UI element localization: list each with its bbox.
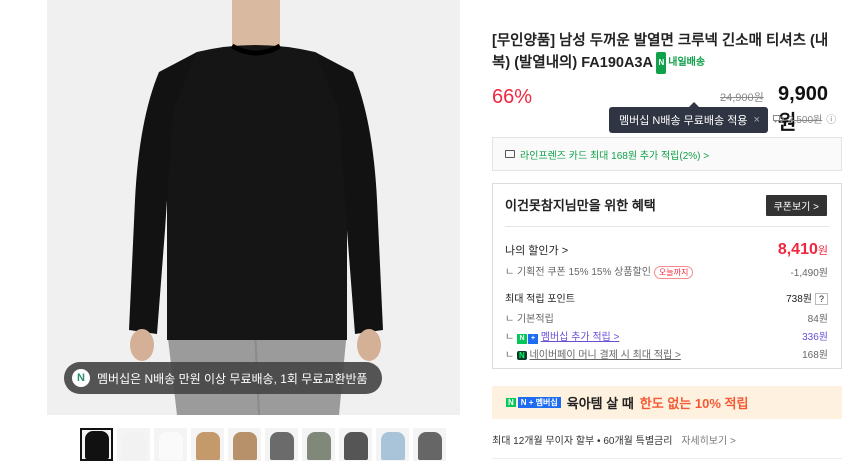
thumbnail-7[interactable] (302, 428, 335, 461)
card-promo-banner[interactable]: 라인프렌즈 카드 최대 168원 추가 적립(2%) > (492, 137, 842, 171)
divider (505, 226, 829, 227)
points-value: 738원 (786, 294, 812, 305)
points-row: 최대 적립 포인트 738원? (505, 290, 828, 305)
my-price-label[interactable]: 나의 할인가 > (505, 242, 568, 258)
shirt-thumbnail-icon (195, 432, 220, 460)
my-price-unit: 원 (817, 245, 828, 257)
card-promo-text: 라인프렌즈 카드 최대 168원 추가 적립(2%) > (520, 150, 710, 162)
membership-points-row: ㄴ N + 멤버십 추가 적립 > 336원 (505, 328, 828, 344)
shirt-thumbnail-icon (269, 432, 294, 460)
tooltip-text: 멤버십 N배송 무료배송 적용 (619, 115, 748, 127)
main-product-photo[interactable]: N 멤버십은 N배송 만원 이상 무료배송, 1회 무료교환반품 (47, 0, 460, 415)
truck-icon (773, 114, 784, 122)
thumbnail-9[interactable] (376, 428, 409, 461)
naver-plus-membership-badge: NN + 멤버십 (506, 397, 561, 408)
membership-points-link[interactable]: 멤버십 추가 적립 > (541, 332, 620, 343)
points-label: 최대 적립 포인트 (505, 294, 575, 305)
coupon-line: ㄴ 기획전 쿠폰 15% 15% 상품할인 오늘까지 (505, 263, 694, 279)
baby-item-banner[interactable]: NN + 멤버십 육아템 살 때 한도 없는 10% 적립 (492, 386, 842, 419)
discount-rate: 66% (492, 86, 533, 108)
points-value-wrap: 738원? (786, 290, 828, 305)
truck-icon: N (656, 52, 667, 75)
npay-points-row: ㄴ N 네이버페이 머니 결제 시 최대 적립 > 168원 (505, 346, 828, 361)
delivery-tag: N 내일배송 (656, 52, 706, 75)
delivery-tag-text: 내일배송 (668, 57, 706, 69)
membership-points-value: 336원 (802, 332, 828, 344)
installment-text: 최대 12개월 무이자 할부 • 60개월 특별금리 (492, 436, 673, 447)
shirt-thumbnail-icon (417, 432, 442, 460)
basic-points-row: ㄴ 기본적립 84원 (505, 310, 828, 325)
shirt-thumbnail-icon (84, 431, 109, 459)
shirt-thumbnail-icon (306, 432, 331, 460)
my-price-row: 나의 할인가 > 8,410원 (505, 241, 828, 259)
thumbnail-5[interactable] (228, 428, 261, 461)
promo-text: 멤버십은 N배송 만원 이상 무료배송, 1회 무료교환반품 (97, 371, 368, 386)
basic-points-label: ㄴ 기본적립 (505, 314, 554, 325)
thumbnail-8[interactable] (339, 428, 372, 461)
installment-more-link[interactable]: 자세히보기 > (681, 436, 736, 447)
shirt-thumbnail-icon (380, 432, 405, 460)
naver-pay-icon: N (516, 351, 527, 360)
shipping-fee-value: 3,500원 (788, 115, 823, 126)
help-icon[interactable]: ? (814, 293, 828, 305)
thumbnail-4[interactable] (191, 428, 224, 461)
baby-banner-text: 육아템 살 때 (566, 396, 634, 411)
shirt-thumbnail-icon (121, 432, 146, 460)
today-only-badge: 오늘까지 (653, 266, 694, 279)
original-price: 24,900원 (720, 92, 764, 104)
npay-points-link[interactable]: 네이버페이 머니 결제 시 최대 적립 > (530, 350, 681, 361)
membership-promo-chip[interactable]: N 멤버십은 N배송 만원 이상 무료배송, 1회 무료교환반품 (64, 362, 382, 394)
shirt-thumbnail-icon (158, 432, 183, 460)
installment-info: 최대 12개월 무이자 할부 • 60개월 특별금리 자세히보기 > (492, 432, 736, 447)
product-title: [무인양품] 남성 두꺼운 발열면 크루넥 긴소매 티셔츠 (내복) (발열내의… (492, 30, 842, 75)
membership-badge-text: N + 멤버십 (517, 397, 561, 408)
baby-banner-highlight: 한도 없는 10% 적립 (639, 396, 749, 411)
my-price-number: 8,410 (777, 241, 818, 258)
thumbnail-strip (80, 428, 446, 461)
npay-points-value: 168원 (802, 350, 828, 361)
thumbnail-3[interactable] (154, 428, 187, 461)
naver-membership-icon: N (72, 369, 90, 387)
basic-points-value: 84원 (807, 314, 828, 325)
membership-points-label-wrap: ㄴ N + 멤버십 추가 적립 > (505, 332, 620, 344)
shirt-thumbnail-icon (343, 432, 368, 460)
benefit-heading: 이건못참지님만을 위한 혜택 (505, 198, 656, 213)
final-price: 9,900원 (778, 83, 829, 134)
credit-card-icon (505, 150, 515, 158)
npay-points-label-wrap: ㄴ N 네이버페이 머니 결제 시 최대 적립 > (505, 350, 681, 361)
divider (492, 458, 842, 459)
coupon-row: ㄴ 기획전 쿠폰 15% 15% 상품할인 오늘까지 -1,490원 (505, 263, 828, 279)
product-photo-illustration (47, 0, 460, 415)
thumbnail-6[interactable] (265, 428, 298, 461)
view-coupon-button[interactable]: 쿠폰보기 > (765, 195, 827, 216)
info-icon[interactable]: ⓘ (826, 111, 836, 126)
thumbnail-2[interactable] (117, 428, 150, 461)
free-shipping-tooltip: 멤버십 N배송 무료배송 적용 × (609, 102, 768, 133)
coupon-amount: -1,490원 (790, 267, 828, 279)
thumbnail-10[interactable] (413, 428, 446, 461)
coupon-line-text: ㄴ 기획전 쿠폰 15% 15% 상품할인 (505, 267, 651, 278)
close-icon[interactable]: × (753, 114, 759, 126)
benefit-box: 이건못참지님만을 위한 혜택 쿠폰보기 > 나의 할인가 > 8,410원 ㄴ … (492, 183, 842, 369)
shirt-thumbnail-icon (232, 432, 257, 460)
thumbnail-1[interactable] (80, 428, 113, 461)
product-gallery: N 멤버십은 N배송 만원 이상 무료배송, 1회 무료교환반품 (47, 0, 460, 470)
shipping-fee: 3,500원 ⓘ (773, 111, 836, 126)
my-price-value: 8,410원 (778, 241, 828, 259)
naver-plus-icon: N + (516, 333, 538, 344)
